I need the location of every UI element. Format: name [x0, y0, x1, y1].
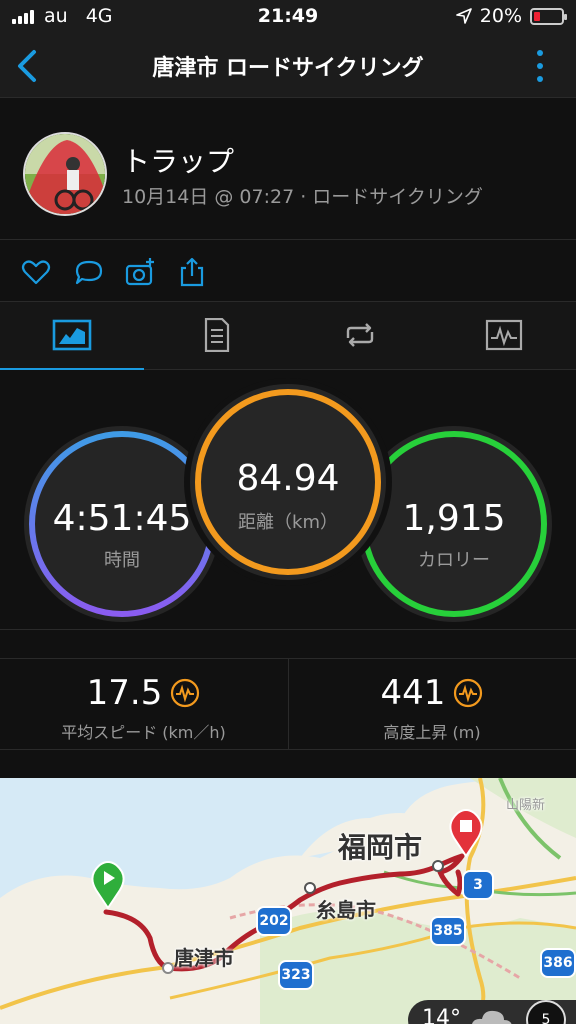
- elevation-label: 高度上昇 (m): [383, 723, 481, 742]
- map-label-expressway: 山陽新: [506, 798, 546, 813]
- distance-ring: 84.94 距離（km）: [190, 384, 386, 580]
- nav-bar: 唐津市 ロードサイクリング: [0, 34, 576, 98]
- weather-temp: 14°: [422, 1006, 461, 1024]
- location-arrow-icon: [455, 8, 472, 24]
- map-label-itoshima: 糸島市: [316, 898, 376, 922]
- route-map[interactable]: 福岡市 糸島市 唐津市 山陽新 202 323 3 385 386: [0, 778, 576, 1024]
- end-pin-icon[interactable]: [446, 808, 486, 858]
- pulse-badge-icon: [171, 678, 200, 708]
- cloud-icon: [472, 1010, 512, 1024]
- battery-percent: 20%: [479, 5, 522, 27]
- weather-overlay[interactable]: 14° 5: [408, 1000, 576, 1024]
- tab-overview[interactable]: [0, 302, 144, 371]
- chart-icon: [485, 319, 523, 351]
- route-shield: 202: [256, 906, 292, 936]
- stats-row: 17.5 平均スピード (km／h) 441 高度上昇 (m): [0, 658, 576, 751]
- detail-tabs: [0, 302, 576, 371]
- action-bar: [0, 240, 576, 302]
- avg-speed-label: 平均スピード (km／h): [61, 723, 226, 742]
- tab-charts[interactable]: [432, 302, 576, 370]
- elevation-stat[interactable]: 441 高度上昇 (m): [288, 659, 575, 751]
- comment-icon[interactable]: [73, 256, 105, 288]
- distance-value: 84.94: [236, 458, 340, 499]
- map-label-fukuoka: 福岡市: [338, 831, 423, 864]
- share-icon[interactable]: [176, 256, 208, 288]
- summary-rings: 4:51:45 時間 1,915 カロリー 84.94 距離（km）: [0, 370, 576, 630]
- more-menu-icon[interactable]: [534, 48, 546, 84]
- avg-speed-value: 17.5: [86, 673, 163, 713]
- route-shield: 386: [540, 948, 576, 978]
- tab-details[interactable]: [144, 302, 288, 370]
- start-pin-icon[interactable]: [88, 860, 128, 910]
- activity-header: トラップ 10月14日 @ 07:27 · ロードサイクリング: [0, 98, 576, 240]
- map-label-karatsu: 唐津市: [174, 946, 234, 970]
- route-shield: 3: [462, 870, 494, 900]
- wind-speed: 5: [526, 1000, 566, 1024]
- heart-icon[interactable]: [20, 256, 52, 288]
- add-photo-icon[interactable]: [124, 256, 156, 288]
- page-title: 唐津市 ロードサイクリング: [152, 56, 424, 81]
- user-name[interactable]: トラップ: [122, 140, 234, 180]
- elevation-value: 441: [380, 673, 446, 713]
- document-icon: [204, 318, 230, 352]
- distance-label: 距離（km）: [238, 512, 338, 533]
- route-shield: 385: [430, 916, 466, 946]
- status-bar: au 4G 21:49 20%: [0, 0, 576, 34]
- route-shield: 323: [278, 960, 314, 990]
- activity-meta: 10月14日 @ 07:27 · ロードサイクリング: [122, 186, 483, 208]
- overview-icon: [52, 319, 92, 351]
- pulse-badge-icon: [454, 678, 483, 708]
- laps-icon: [346, 323, 374, 347]
- battery-icon: [530, 7, 567, 25]
- avg-speed-stat[interactable]: 17.5 平均スピード (km／h): [0, 659, 287, 751]
- tab-laps[interactable]: [288, 302, 432, 370]
- avatar[interactable]: [23, 132, 107, 216]
